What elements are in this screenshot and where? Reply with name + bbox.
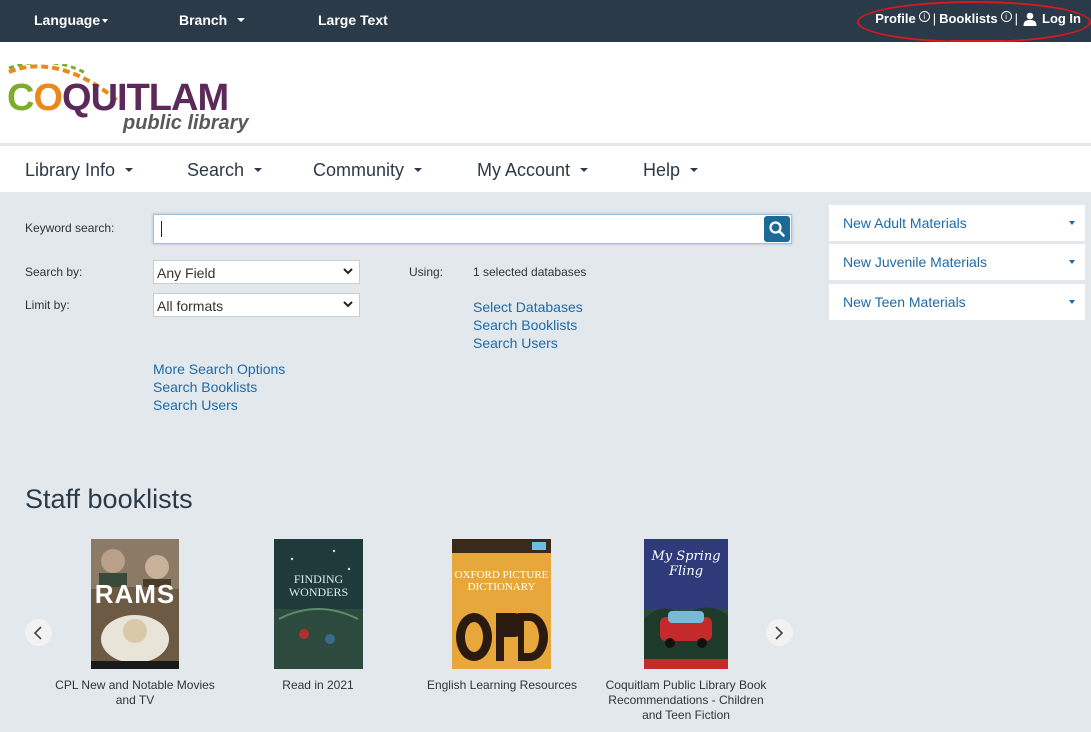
nav-community[interactable]: Community [313,160,423,181]
library-logo[interactable]: COQUITLAM public library [7,64,267,136]
chevron-right-icon [775,626,784,640]
caret-down-icon [1069,260,1075,264]
staff-booklists-heading: Staff booklists [25,484,193,514]
booklist-cover-english[interactable]: OXFORD PICTURE DICTIONARY [452,539,551,669]
search-booklists-link[interactable]: Search Booklists [153,379,257,395]
booklist-caption[interactable]: CPL New and Notable Movies and TV [48,678,222,708]
header-logo-area: COQUITLAM public library [0,42,1091,143]
search-users-link[interactable]: Search Users [473,335,558,351]
limit-by-value: All formats [157,298,224,314]
cover-title: OXFORD PICTURE DICTIONARY [454,569,549,593]
carousel-prev-button[interactable] [25,619,52,646]
dropdown-label: New Adult Materials [843,215,967,231]
more-search-options-link[interactable]: More Search Options [153,361,285,377]
chevron-left-icon [33,626,42,640]
logo-subtitle: public library [123,112,249,134]
nav-label: Community [313,160,405,180]
limit-by-label: Limit by: [25,298,70,312]
search-by-label: Search by: [25,265,83,279]
book-cover-image [274,539,363,669]
new-teen-materials-dropdown[interactable]: New Teen Materials [829,284,1085,320]
search-icon [769,221,785,237]
booklist-caption[interactable]: Coquitlam Public Library Book Recommenda… [597,678,775,723]
dropdown-label: New Teen Materials [843,294,966,310]
keyword-search-input[interactable] [153,214,792,244]
caret-down-icon [237,17,246,22]
nav-label: Library Info [25,160,116,180]
annotation-ellipse [857,1,1091,43]
search-button[interactable] [764,216,790,242]
caret-down-icon [102,19,109,24]
nav-label: My Account [477,160,571,180]
cover-title: RAMS [94,579,176,609]
nav-search[interactable]: Search [187,160,263,181]
dropdown-label: New Juvenile Materials [843,254,987,270]
booklist-cover-read-2021[interactable]: FINDING WONDERS [274,539,363,669]
booklist-cover-children-teen[interactable]: My Spring Fling [644,539,728,669]
caret-down-icon [690,167,699,172]
search-by-select[interactable]: Any Field [153,260,360,284]
nav-my-account[interactable]: My Account [477,160,589,181]
selected-databases-count: 1 selected databases [473,265,587,279]
cover-title: My Spring Fling [651,549,721,579]
branch-menu[interactable]: Branch [179,12,246,28]
chevron-down-icon [343,268,353,275]
caret-down-icon [580,167,589,172]
caret-down-icon [125,167,134,172]
chevron-down-icon [343,301,353,308]
branch-label: Branch [179,12,228,28]
nav-label: Help [643,160,681,180]
main-navigation: Library Info Search Community My Account… [0,144,1091,192]
text-cursor [161,221,162,237]
caret-down-icon [414,167,423,172]
search-by-value: Any Field [157,265,216,281]
using-label: Using: [409,265,444,279]
booklist-caption[interactable]: English Learning Resources [420,678,584,693]
search-booklists-link[interactable]: Search Booklists [473,317,577,333]
nav-label: Search [187,160,245,180]
caret-down-icon [1069,300,1075,304]
keyword-search-label: Keyword search: [25,221,115,235]
select-databases-link[interactable]: Select Databases [473,299,583,315]
search-users-link[interactable]: Search Users [153,397,238,413]
caret-down-icon [1069,221,1075,225]
caret-down-icon [254,167,263,172]
new-adult-materials-dropdown[interactable]: New Adult Materials [829,205,1085,241]
cover-title: FINDING WONDERS [288,572,349,599]
nav-help[interactable]: Help [643,160,699,181]
limit-by-select[interactable]: All formats [153,293,360,317]
language-menu[interactable]: Language [34,12,109,28]
carousel-next-button[interactable] [766,619,793,646]
booklist-caption[interactable]: Read in 2021 [256,678,380,693]
large-text-toggle[interactable]: Large Text [318,12,388,28]
book-cover-image [452,539,551,669]
nav-library-info[interactable]: Library Info [25,160,134,181]
language-label: Language [34,12,101,28]
booklist-cover-movies[interactable]: RAMS [91,539,179,669]
new-juvenile-materials-dropdown[interactable]: New Juvenile Materials [829,244,1085,280]
